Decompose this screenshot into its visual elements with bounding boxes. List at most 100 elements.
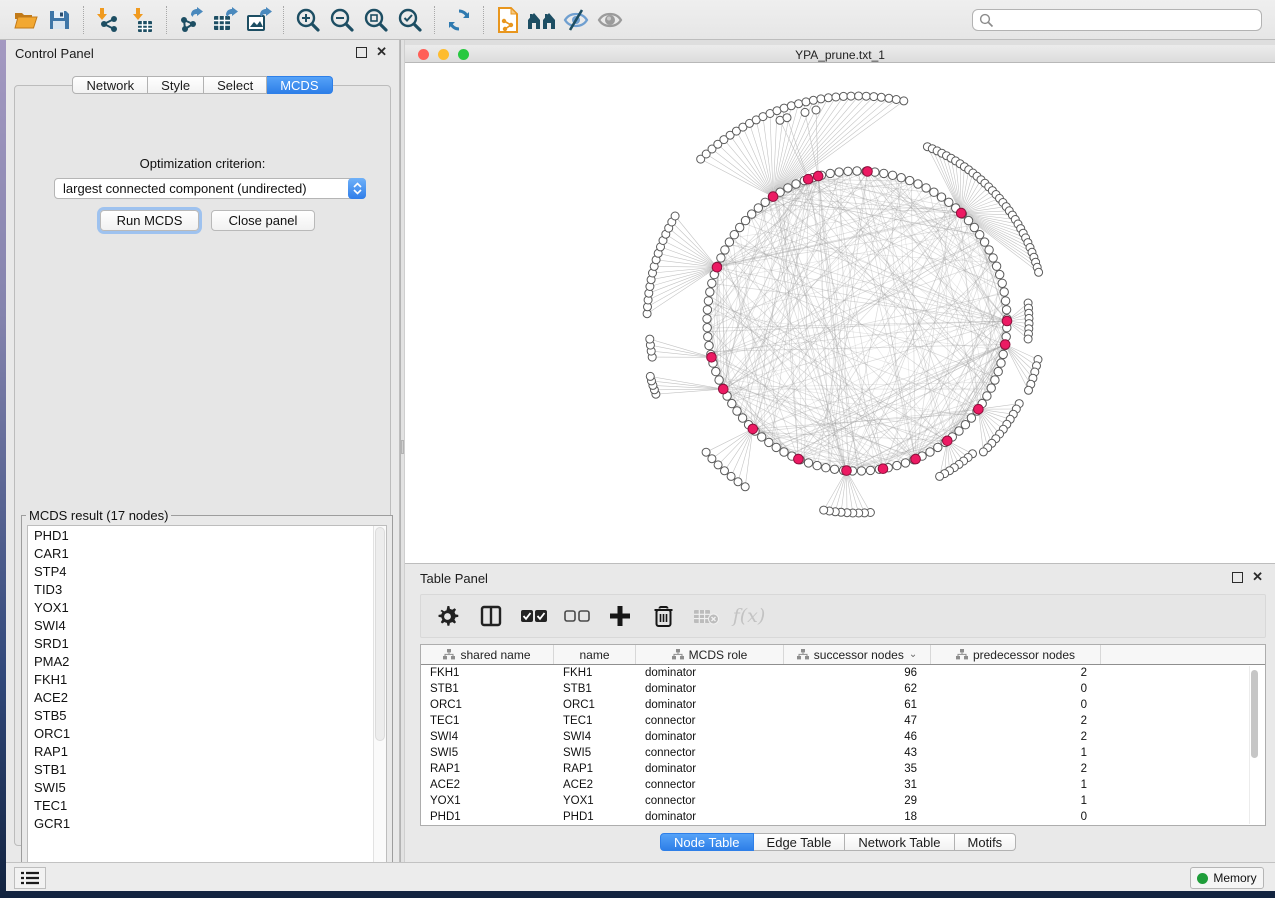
graph-node[interactable] [738,414,746,422]
graph-node[interactable] [983,392,991,400]
graph-node[interactable] [900,97,908,105]
mcds-graph-node[interactable] [943,436,953,446]
graph-node[interactable] [754,204,762,212]
mcds-list-scrollbar[interactable] [373,526,386,871]
graph-node[interactable] [847,92,855,100]
graph-node[interactable] [721,246,729,254]
run-mcds-button[interactable]: Run MCDS [100,210,199,231]
network-canvas[interactable] [405,63,1275,563]
graph-node[interactable] [945,198,953,206]
mcds-result-item[interactable]: STP4 [28,562,386,580]
mcds-result-list[interactable]: PHD1CAR1STP4TID3YOX1SWI4SRD1PMA2FKH1ACE2… [27,525,387,872]
graph-node[interactable] [813,461,821,469]
graph-node[interactable] [840,92,848,100]
graph-node[interactable] [784,184,792,192]
splitter-grip[interactable] [401,440,404,454]
mcds-graph-node[interactable] [803,174,813,184]
graph-node[interactable] [857,467,865,475]
table-row[interactable]: STB1STB1dominator620 [421,681,1265,697]
graph-node[interactable] [1002,306,1010,314]
graph-node[interactable] [822,464,830,472]
show-all-icon[interactable] [593,5,627,35]
table-row[interactable]: TEC1TEC1connector472 [421,713,1265,729]
graph-node[interactable] [926,448,934,456]
graph-node[interactable] [733,407,741,415]
graph-node[interactable] [736,223,744,231]
new-network-from-selection-icon[interactable] [491,5,525,35]
export-image-icon[interactable] [242,5,276,35]
close-panel-button[interactable]: Close panel [211,210,315,231]
graph-node[interactable] [780,448,788,456]
table-settings-icon[interactable] [435,603,461,629]
graph-node[interactable] [991,376,999,384]
mcds-result-item[interactable]: SRD1 [28,634,386,652]
mcds-graph-node[interactable] [707,353,717,363]
search-input[interactable] [994,11,1261,29]
mcds-graph-node[interactable] [719,384,729,394]
graph-node[interactable] [761,198,769,206]
node-table[interactable]: shared namenameMCDS rolesuccessor nodes⌄… [420,644,1266,826]
mcds-graph-node[interactable] [911,454,921,464]
graph-node[interactable] [1000,288,1008,296]
mcds-graph-node[interactable] [748,424,758,434]
column-header-shared-name[interactable]: shared name [421,645,554,664]
graph-node[interactable] [712,367,720,375]
table-row[interactable]: SWI4SWI4dominator462 [421,729,1265,745]
column-header-MCDS-role[interactable]: MCDS role [636,645,784,664]
tab-motifs[interactable]: Motifs [955,833,1017,851]
mcds-graph-node[interactable] [878,464,888,474]
graph-node[interactable] [870,93,878,101]
graph-node[interactable] [976,231,984,239]
import-table-from-file-icon[interactable] [125,5,159,35]
graph-node[interactable] [985,246,993,254]
graph-node[interactable] [1001,297,1009,305]
graph-node[interactable] [704,297,712,305]
graph-node[interactable] [832,93,840,101]
mcds-graph-node[interactable] [863,167,873,177]
graph-node[interactable] [730,231,738,239]
graph-node[interactable] [714,461,722,469]
export-network-icon[interactable] [174,5,208,35]
close-panel-icon[interactable]: ✕ [376,44,387,60]
graph-node[interactable] [725,238,733,246]
graph-node[interactable] [855,92,863,100]
export-table-icon[interactable] [208,5,242,35]
scrollbar-thumb[interactable] [375,527,385,741]
tab-mcds[interactable]: MCDS [267,76,332,94]
mcds-result-item[interactable]: ORC1 [28,724,386,742]
graph-node[interactable] [765,438,773,446]
mcds-graph-node[interactable] [813,171,823,181]
float-panel-icon[interactable] [1232,572,1243,583]
tab-style[interactable]: Style [148,76,204,94]
graph-node[interactable] [704,333,712,341]
graph-node[interactable] [715,376,723,384]
graph-node[interactable] [853,167,861,175]
graph-node[interactable] [705,341,713,349]
graph-node[interactable] [748,210,756,218]
graph-node[interactable] [801,108,809,116]
task-history-button[interactable] [14,867,46,889]
mcds-graph-node[interactable] [768,192,778,202]
graph-node[interactable] [937,193,945,201]
graph-node[interactable] [934,443,942,451]
graph-node[interactable] [994,367,1002,375]
mcds-result-item[interactable]: SWI5 [28,778,386,796]
zoom-in-icon[interactable] [291,5,325,35]
show-columns-icon[interactable] [478,603,504,629]
mcds-result-item[interactable]: YOX1 [28,598,386,616]
table-row[interactable]: ACE2ACE2connector311 [421,777,1265,793]
tab-node-table[interactable]: Node Table [660,833,754,851]
zoom-fit-content-icon[interactable] [359,5,393,35]
mcds-result-item[interactable]: CAR1 [28,544,386,562]
graph-node[interactable] [936,472,944,480]
graph-node[interactable] [826,169,834,177]
graph-node[interactable] [703,324,711,332]
tab-select[interactable]: Select [204,76,267,94]
mcds-graph-node[interactable] [794,454,804,464]
graph-node[interactable] [817,95,825,103]
mcds-result-item[interactable]: ACE2 [28,688,386,706]
mcds-graph-node[interactable] [712,262,722,272]
tab-network[interactable]: Network [72,76,148,94]
mcds-result-item[interactable]: RAP1 [28,742,386,760]
network-graph[interactable] [405,63,1275,563]
